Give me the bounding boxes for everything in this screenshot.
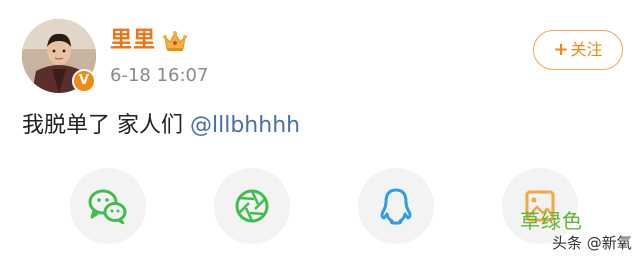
post-text: 我脱单了 家人们 @lllbhhhh bbox=[22, 108, 300, 144]
author-name[interactable]: 里里 bbox=[110, 26, 156, 56]
follow-button[interactable]: + 关注 bbox=[533, 30, 623, 70]
weibo-post-card: V 里里 6-18 16:07 +关注 我脱单了 家人们 @lllbhhhh bbox=[0, 0, 640, 258]
watermark-source: 头条 @新氧 bbox=[552, 234, 632, 252]
share-moments-button[interactable] bbox=[214, 168, 290, 244]
moments-icon bbox=[235, 189, 269, 223]
wechat-icon bbox=[88, 189, 127, 225]
follow-button-label: 关注 bbox=[570, 40, 603, 59]
share-qq-button[interactable] bbox=[358, 168, 434, 244]
post-timestamp: 6-18 16:07 bbox=[110, 65, 209, 86]
crown-icon bbox=[163, 31, 187, 51]
mention-link[interactable]: @lllbhhhh bbox=[190, 113, 300, 138]
plus-icon: + bbox=[553, 39, 569, 60]
qq-icon bbox=[380, 188, 412, 225]
verified-badge-icon: V bbox=[72, 69, 96, 93]
post-body: 我脱单了 家人们 bbox=[22, 113, 190, 138]
share-wechat-button[interactable] bbox=[70, 168, 146, 244]
avatar[interactable]: V bbox=[22, 19, 96, 93]
watermark-green-text: 草绿色 bbox=[520, 209, 583, 233]
